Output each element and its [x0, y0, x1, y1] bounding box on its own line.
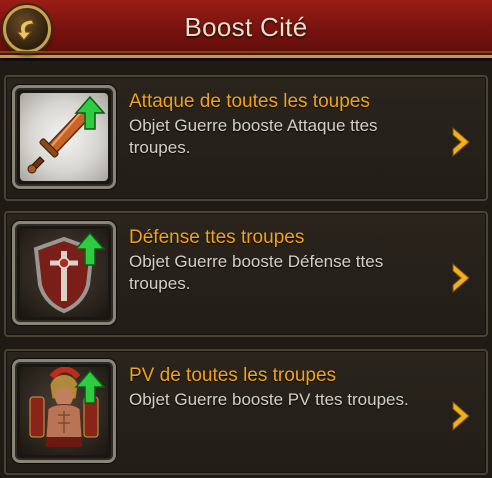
boost-up-arrow-icon — [74, 95, 106, 130]
page-title: Boost Cité — [184, 12, 308, 42]
boost-card-defense[interactable]: Défense ttes troupes Objet Guerre booste… — [4, 211, 488, 337]
boost-list: Attaque de toutes les toupes Objet Guerr… — [0, 61, 492, 478]
boost-title: Défense ttes troupes — [129, 227, 305, 248]
item-icon-frame — [12, 359, 116, 463]
boost-description: Objet Guerre booste Défense ttes troupes… — [129, 252, 384, 293]
item-icon-frame — [12, 85, 116, 189]
boost-up-arrow-icon — [74, 369, 106, 404]
boost-up-arrow-icon — [74, 231, 106, 266]
chevron-right-icon[interactable] — [450, 125, 472, 159]
header-bar: Boost Cité — [0, 0, 492, 58]
boost-card-hp[interactable]: PV de toutes les troupes Objet Guerre bo… — [4, 349, 488, 475]
boost-description: Objet Guerre booste Attaque ttes troupes… — [129, 116, 378, 157]
boost-card-attack[interactable]: Attaque de toutes les toupes Objet Guerr… — [4, 75, 488, 201]
chevron-right-icon[interactable] — [450, 261, 472, 295]
item-icon-frame — [12, 221, 116, 325]
chevron-right-icon[interactable] — [450, 399, 472, 433]
boost-description: Objet Guerre booste PV ttes troupes. — [129, 390, 409, 409]
boost-title: Attaque de toutes les toupes — [129, 91, 370, 112]
boost-title: PV de toutes les troupes — [129, 365, 337, 386]
